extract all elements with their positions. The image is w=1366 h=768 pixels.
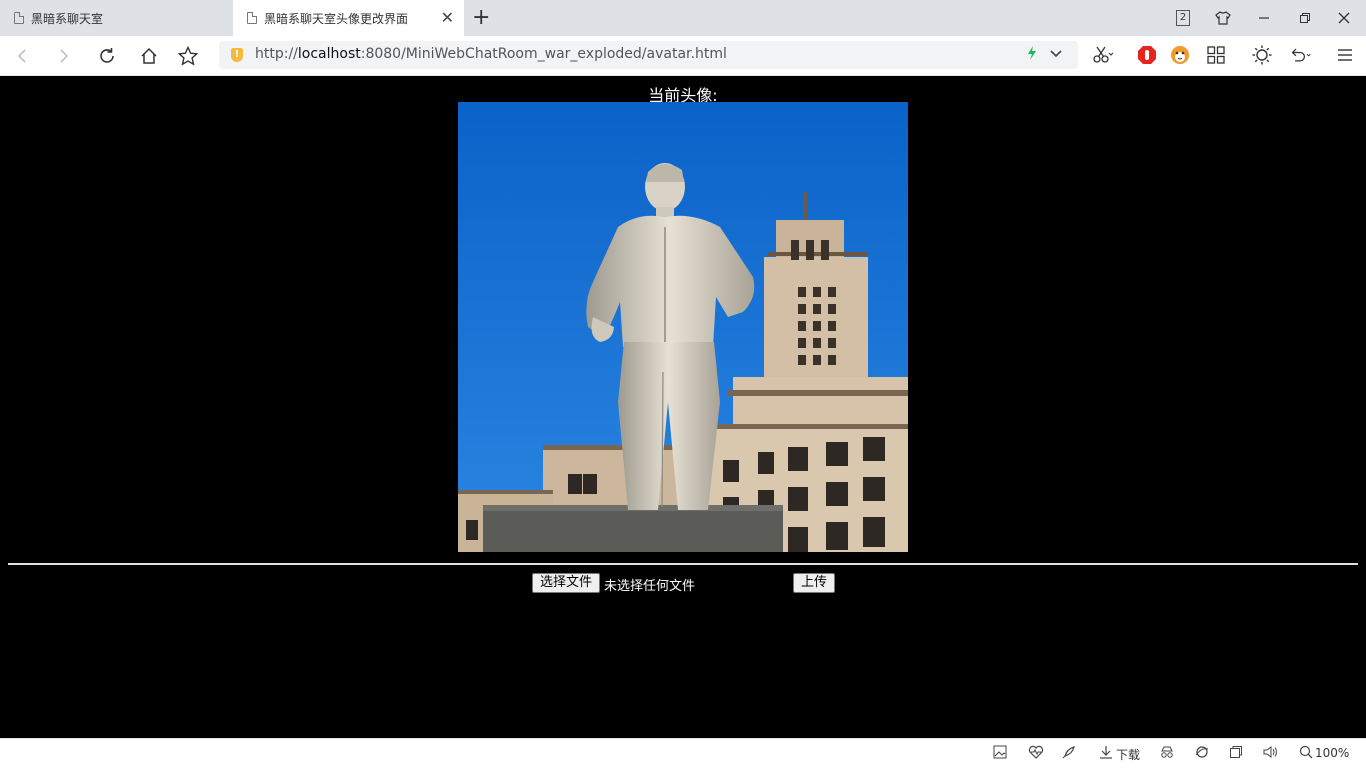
tiger-extension-icon[interactable] — [1169, 44, 1191, 66]
scissors-screenshot-icon[interactable] — [1092, 44, 1114, 66]
rocket-icon[interactable] — [1062, 745, 1076, 763]
new-tab-icon[interactable]: + — [472, 6, 490, 30]
tab-strip: 黑暗系聊天室 黑暗系聊天室头像更改界面 ✕ + 2 — [0, 0, 1366, 36]
brightness-sun-icon[interactable] — [1251, 44, 1273, 66]
file-status-text: 未选择任何文件 — [604, 579, 696, 594]
incognito-icon[interactable] — [1160, 745, 1174, 763]
page-content: 当前头像: 选择文件 未选择任何文件 上传 — [0, 76, 1366, 738]
url-text[interactable]: http://localhost:8080/MiniWebChatRoom_wa… — [255, 46, 727, 62]
document-icon — [247, 12, 257, 24]
download-icon[interactable] — [1099, 745, 1113, 763]
restore-icon[interactable] — [1285, 0, 1325, 36]
tab-chatroom[interactable]: 黑暗系聊天室 — [0, 0, 232, 36]
reload-icon[interactable] — [93, 42, 121, 70]
tab-count-badge[interactable]: 2 — [1176, 10, 1190, 26]
download-label[interactable]: 下载 — [1116, 746, 1140, 763]
volume-icon[interactable] — [1263, 745, 1279, 763]
undo-icon[interactable] — [1290, 44, 1312, 66]
home-icon[interactable] — [135, 42, 163, 70]
forward-icon[interactable] — [50, 42, 78, 70]
chevron-down-icon[interactable] — [1049, 44, 1063, 68]
zoom-magnifier-icon[interactable] — [1299, 745, 1313, 763]
divider — [8, 563, 1358, 565]
image-icon[interactable] — [993, 745, 1007, 763]
security-shield-icon[interactable]: ! — [231, 48, 243, 62]
browser-toolbar: ! http://localhost:8080/MiniWebChatRoom_… — [0, 36, 1366, 76]
back-icon[interactable] — [8, 42, 36, 70]
address-bar[interactable]: ! http://localhost:8080/MiniWebChatRoom_… — [219, 41, 1078, 69]
close-window-icon[interactable] — [1324, 0, 1364, 36]
bookmark-star-icon[interactable] — [174, 42, 202, 70]
apps-grid-icon[interactable] — [1205, 44, 1227, 66]
document-icon — [14, 12, 24, 24]
health-heart-icon[interactable] — [1028, 745, 1044, 763]
choose-file-button[interactable]: 选择文件 — [532, 573, 601, 593]
tab-title: 黑暗系聊天室头像更改界面 — [264, 11, 409, 26]
speed-bolt-icon[interactable] — [1027, 46, 1037, 64]
skin-shirt-icon[interactable] — [1203, 0, 1243, 36]
browser-ie-icon[interactable] — [1195, 745, 1209, 763]
current-avatar-image — [458, 102, 908, 552]
window-icon[interactable] — [1229, 745, 1243, 763]
menu-icon[interactable] — [1334, 44, 1356, 66]
tab-avatar-page[interactable]: 黑暗系聊天室头像更改界面 ✕ — [233, 0, 464, 36]
adblock-icon[interactable] — [1136, 44, 1158, 66]
tab-title: 黑暗系聊天室 — [31, 11, 104, 26]
zoom-level[interactable]: 100% — [1315, 746, 1349, 760]
close-tab-icon[interactable]: ✕ — [441, 9, 454, 27]
upload-button[interactable]: 上传 — [793, 573, 836, 593]
minimize-icon[interactable] — [1244, 0, 1284, 36]
status-bar: 下载 100% — [0, 738, 1366, 768]
